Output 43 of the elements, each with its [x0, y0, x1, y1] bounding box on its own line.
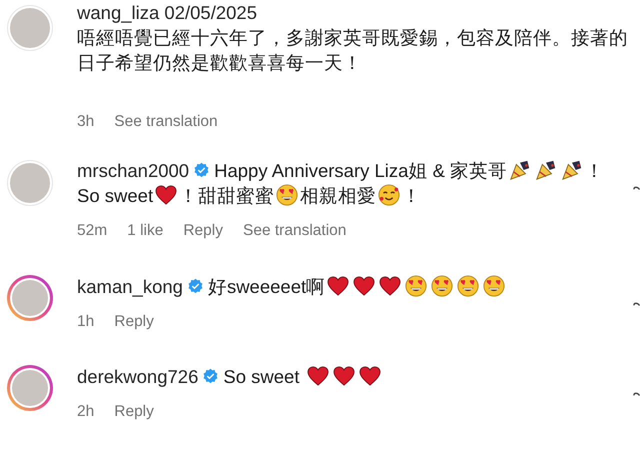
meta-link[interactable]: Reply — [183, 219, 223, 242]
heart-eyes-emoji-icon — [431, 275, 454, 297]
heart-emoji-icon — [327, 276, 350, 296]
avatar-placeholder — [12, 280, 48, 316]
heart-emoji-icon — [155, 185, 178, 205]
avatar-placeholder — [12, 370, 48, 406]
comment-time: 52m — [77, 221, 108, 241]
heart-emoji-icon — [358, 366, 381, 386]
party-popper-icon — [509, 159, 532, 181]
heart-emoji-icon — [306, 366, 329, 386]
heart-emoji-icon — [353, 276, 376, 296]
verified-badge-icon — [193, 162, 210, 179]
verified-badge-icon — [202, 368, 220, 385]
meta-link[interactable]: See translation — [242, 219, 346, 242]
meta-link[interactable]: See translation — [114, 110, 218, 134]
party-popper-icon — [561, 159, 584, 181]
comment-time: 1h — [77, 312, 94, 332]
username-link[interactable]: kaman_kong — [77, 276, 183, 297]
heart-emoji-icon — [379, 276, 402, 296]
username-link[interactable]: derekwong726 — [77, 366, 198, 387]
heart-eyes-emoji-icon — [457, 275, 480, 297]
comment-text: wang_liza 02/05/2025 唔經唔覺已經十六年了，多謝家英哥既愛錫，包容及陪伴。接著的日子希望仍然是歡歡喜喜每一天！ — [77, 1, 629, 75]
username-link[interactable]: wang_liza — [77, 2, 160, 23]
avatar-placeholder — [10, 8, 50, 48]
comment-text: mrschan2000 Happy Anniversary Liza姐 & 家英哥 ！So sweet ！甜甜蜜蜜 相親相愛 ！ — [77, 158, 606, 208]
comment-time: 2h — [77, 402, 94, 422]
story-ring[interactable] — [7, 365, 53, 411]
meta-link[interactable]: Reply — [114, 400, 154, 424]
party-popper-icon — [535, 159, 558, 181]
meta-link[interactable]: 1 like — [127, 219, 164, 242]
heart-eyes-emoji-icon — [405, 275, 428, 297]
comment-time: 3h — [77, 112, 94, 132]
comment-text: kaman_kong 好sweeeeet啊 — [77, 274, 608, 299]
comment-text: derekwong726 So sweet — [77, 364, 608, 389]
heart-eyes-emoji-icon — [483, 275, 506, 297]
verified-badge-icon — [186, 278, 204, 295]
story-ring[interactable] — [7, 275, 53, 321]
heart-emoji-icon — [332, 366, 355, 386]
heart-eyes-emoji-icon — [276, 184, 298, 206]
avatar-placeholder — [10, 163, 50, 203]
meta-link[interactable]: Reply — [114, 310, 154, 334]
smiling-face-icon — [378, 184, 400, 206]
username-link[interactable]: mrschan2000 — [77, 160, 190, 181]
